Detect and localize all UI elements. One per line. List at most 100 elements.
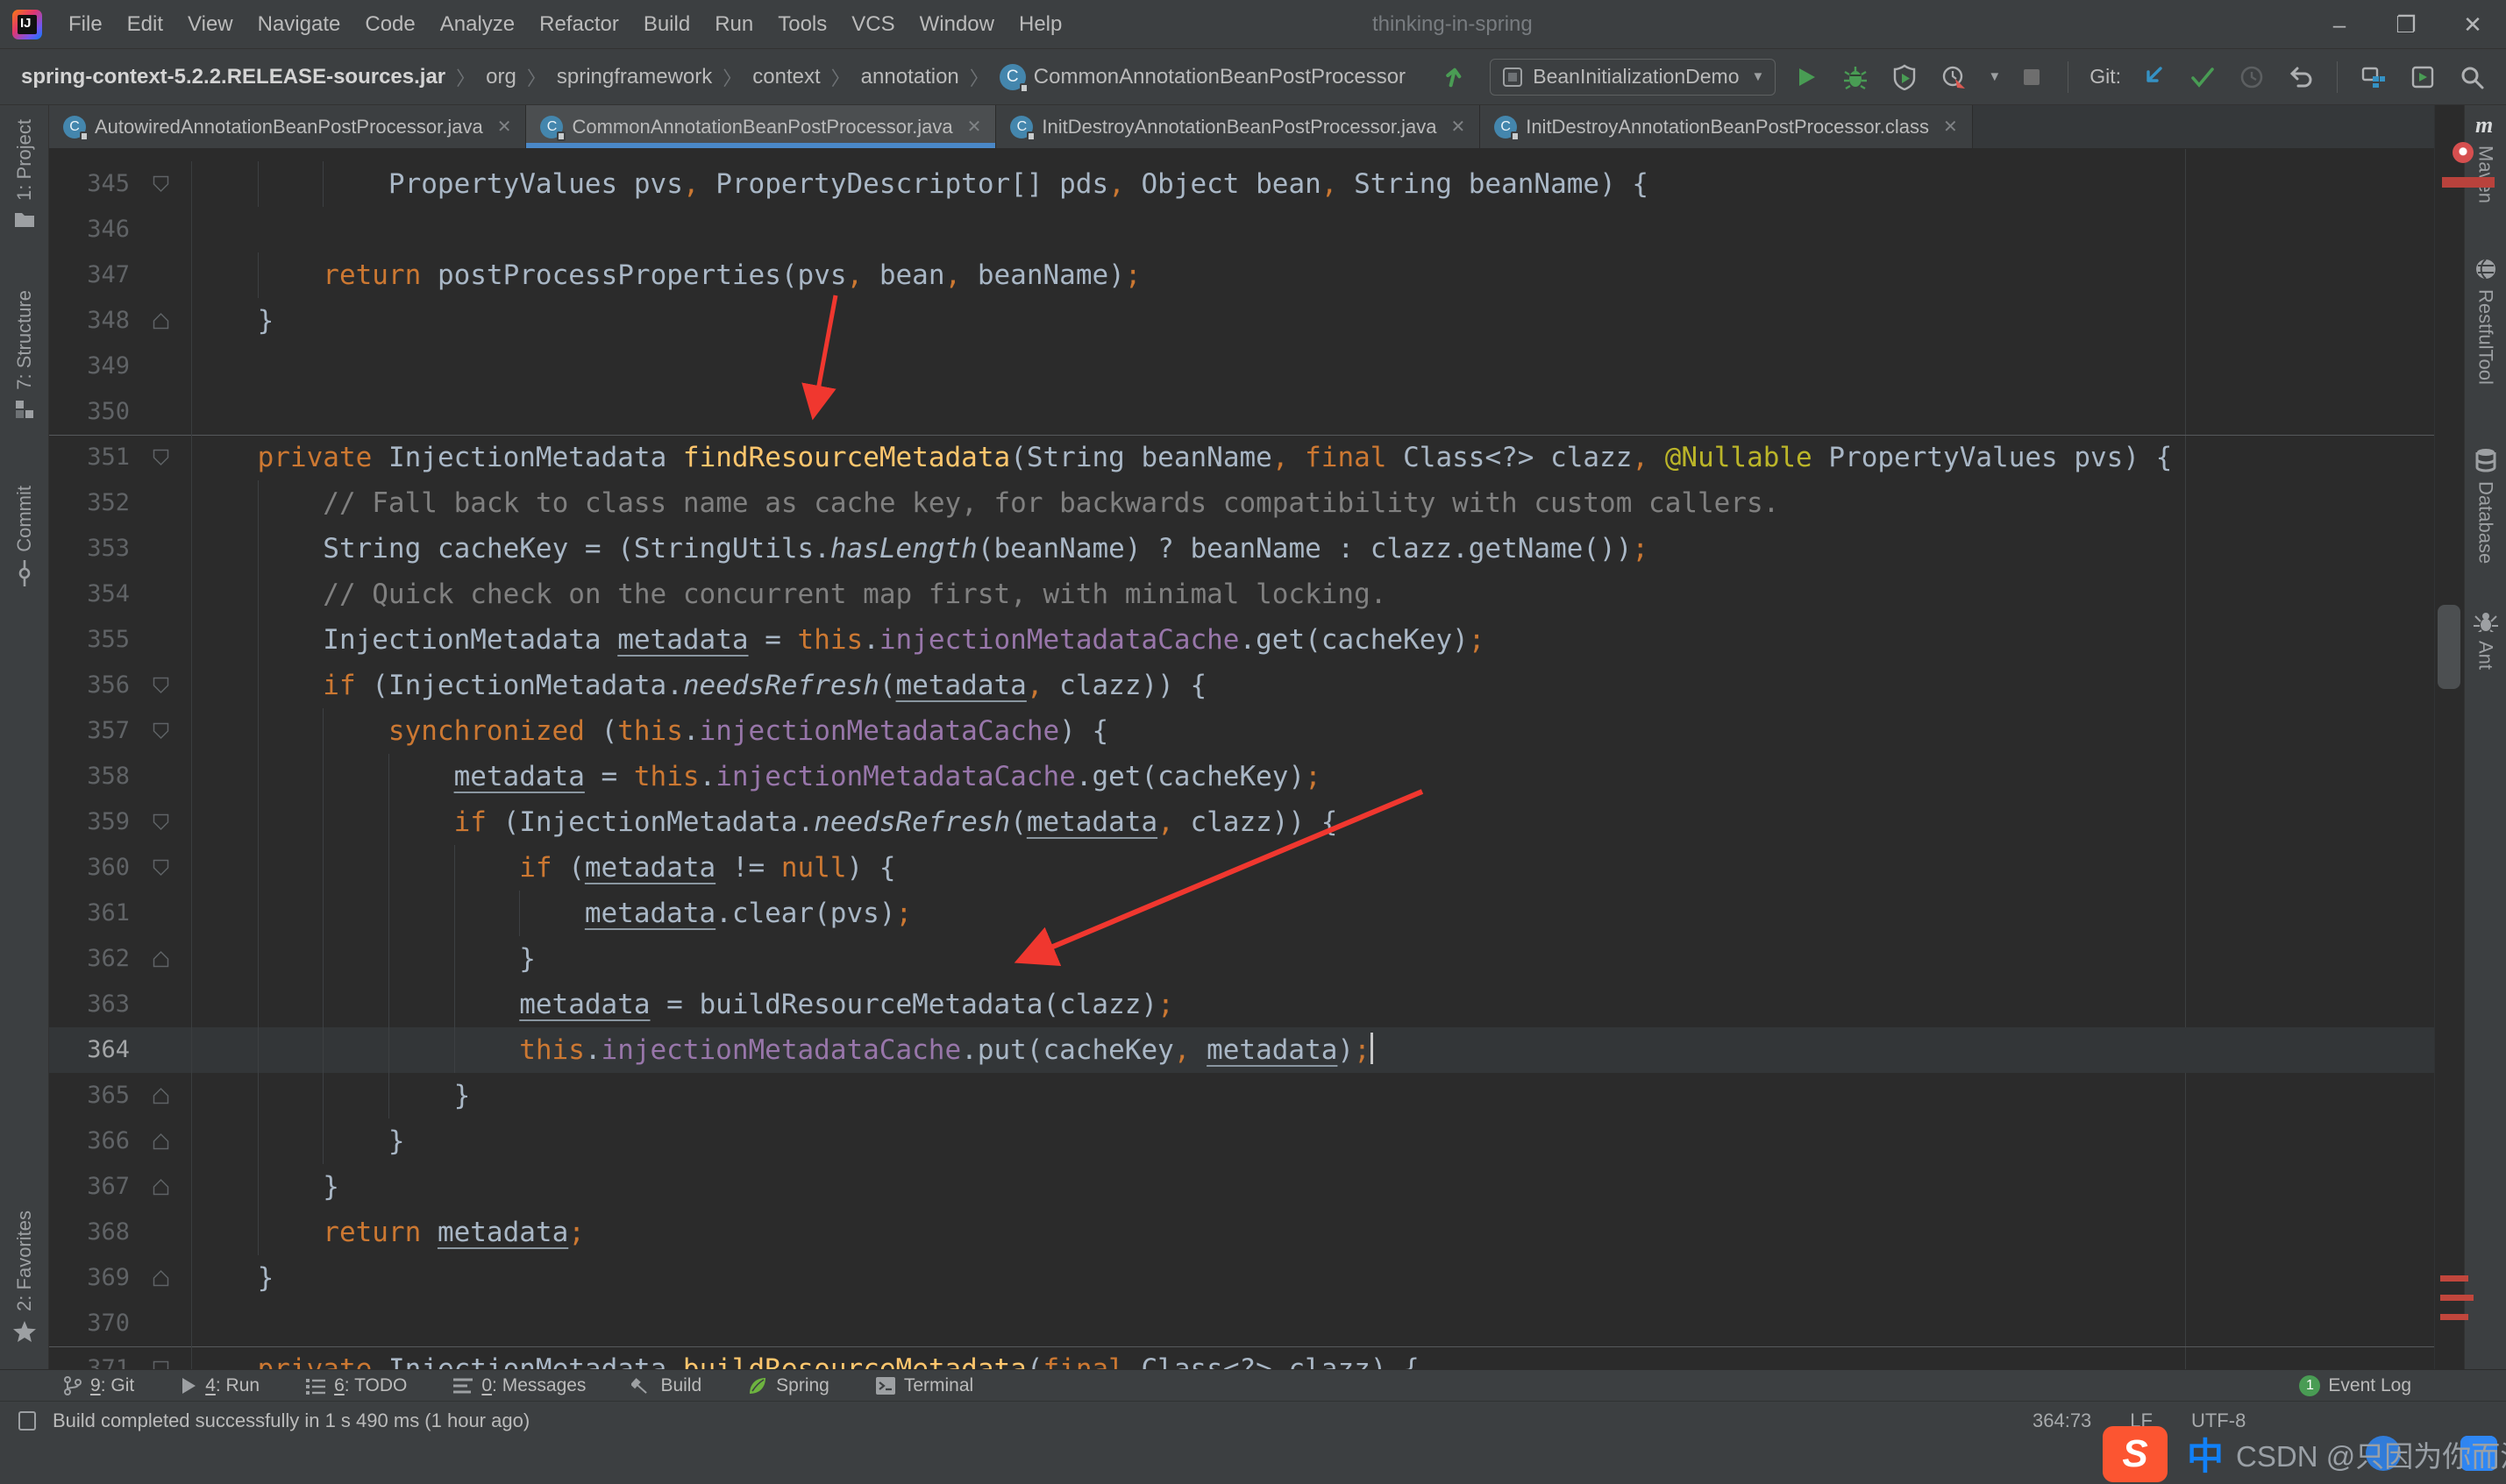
rollback-button[interactable] — [2282, 59, 2319, 96]
fold-down-icon[interactable] — [153, 175, 169, 193]
close-icon[interactable]: ✕ — [1943, 116, 1958, 138]
run-configuration-select[interactable]: BeanInitializationDemo ▼ — [1490, 59, 1776, 96]
code-text[interactable] — [192, 389, 2434, 435]
line-number[interactable]: 370 — [49, 1301, 130, 1346]
menu-tools[interactable]: Tools — [765, 5, 839, 44]
run-with-coverage-button[interactable] — [1886, 59, 1923, 96]
breadcrumb-item[interactable]: spring-context-5.2.2.RELEASE-sources.jar — [21, 65, 445, 89]
fold-down-icon[interactable] — [153, 722, 169, 740]
line-number[interactable]: 367 — [49, 1164, 130, 1210]
profiler-chevron-icon[interactable]: ▼ — [1988, 69, 2001, 84]
search-everywhere-icon[interactable] — [2453, 59, 2490, 96]
code-text[interactable]: metadata = buildResourceMetadata(clazz); — [192, 982, 2434, 1027]
fold-gutter[interactable] — [130, 663, 192, 708]
line-number[interactable]: 351 — [49, 435, 130, 480]
green-back-arrow-icon[interactable] — [1441, 59, 1477, 96]
code-text[interactable] — [192, 207, 2434, 252]
code-text[interactable]: synchronized (this.injectionMetadataCach… — [192, 708, 2434, 754]
fold-gutter[interactable] — [130, 799, 192, 845]
fold-up-icon[interactable] — [153, 1087, 169, 1104]
line-number[interactable]: 358 — [49, 754, 130, 799]
breadcrumb-item[interactable]: annotation — [861, 65, 959, 89]
line-number[interactable]: 369 — [49, 1255, 130, 1301]
fold-gutter[interactable] — [130, 754, 192, 799]
fold-gutter[interactable] — [130, 1073, 192, 1118]
close-icon[interactable]: ✕ — [1450, 116, 1465, 138]
fold-gutter[interactable] — [130, 891, 192, 936]
line-number[interactable]: 345 — [49, 161, 130, 207]
line-number[interactable]: 365 — [49, 1073, 130, 1118]
code-text[interactable]: } — [192, 936, 2434, 982]
tab-InitDestroyAnnotationBeanPostProcessor.java[interactable]: CInitDestroyAnnotationBeanPostProcessor.… — [996, 105, 1480, 148]
tab-AutowiredAnnotationBeanPostProcessor.java[interactable]: CAutowiredAnnotationBeanPostProcessor.ja… — [49, 105, 526, 148]
minimize-button[interactable]: – — [2306, 0, 2373, 49]
fold-up-icon[interactable] — [153, 950, 169, 968]
sidebar-item----project[interactable]: 1: Project — [13, 119, 36, 229]
sidebar-item-restfultool[interactable]: RestfulTool — [2474, 258, 2497, 385]
breadcrumb-item[interactable]: context — [752, 65, 820, 89]
fold-gutter[interactable] — [130, 982, 192, 1027]
caret-position-widget[interactable]: 364:73 — [2033, 1409, 2091, 1432]
fold-gutter[interactable] — [130, 1164, 192, 1210]
fold-gutter[interactable] — [130, 161, 192, 207]
breadcrumb-class[interactable]: CommonAnnotationBeanPostProcessor — [1034, 65, 1406, 89]
menu-help[interactable]: Help — [1007, 5, 1074, 44]
menu-vcs[interactable]: VCS — [839, 5, 907, 44]
fold-up-icon[interactable] — [153, 312, 169, 330]
code-text[interactable] — [192, 344, 2434, 389]
tab-CommonAnnotationBeanPostProcessor.java[interactable]: CCommonAnnotationBeanPostProcessor.java✕ — [526, 105, 996, 148]
toolwindow-button-run[interactable]: 4: Run — [180, 1375, 260, 1396]
sidebar-item----structure[interactable]: 7: Structure — [13, 290, 36, 420]
code-text[interactable]: return postProcessProperties(pvs, bean, … — [192, 252, 2434, 298]
code-text[interactable]: } — [192, 1118, 2434, 1164]
toolwindow-button-spring[interactable]: Spring — [747, 1375, 829, 1396]
editor-scrollbar-stripe[interactable] — [2434, 105, 2464, 1369]
fold-gutter[interactable] — [130, 1118, 192, 1164]
code-text[interactable]: } — [192, 1255, 2434, 1301]
code-text[interactable]: // Quick check on the concurrent map fir… — [192, 572, 2434, 617]
line-number[interactable]: 363 — [49, 982, 130, 1027]
fold-gutter[interactable] — [130, 1255, 192, 1301]
code-text[interactable]: metadata = this.injectionMetadataCache.g… — [192, 754, 2434, 799]
code-text[interactable]: } — [192, 298, 2434, 344]
code-text[interactable]: InjectionMetadata metadata = this.inject… — [192, 617, 2434, 663]
line-number[interactable]: 353 — [49, 526, 130, 572]
event-log-button[interactable]: 1Event Log — [2299, 1375, 2411, 1396]
code-text[interactable] — [192, 1301, 2434, 1346]
window-icon[interactable] — [18, 1410, 40, 1431]
fold-up-icon[interactable] — [153, 1133, 169, 1150]
fold-down-icon[interactable] — [153, 859, 169, 877]
line-number[interactable]: 352 — [49, 480, 130, 526]
toolwindow-button-todo[interactable]: 6: TODO — [305, 1375, 407, 1396]
close-icon[interactable]: ✕ — [497, 116, 512, 138]
sidebar-item-ant[interactable]: Ant — [2474, 609, 2498, 670]
menu-edit[interactable]: Edit — [115, 5, 175, 44]
line-number[interactable]: 371 — [49, 1346, 130, 1369]
menu-window[interactable]: Window — [908, 5, 1007, 44]
profiler-button[interactable] — [1935, 59, 1972, 96]
line-number[interactable]: 356 — [49, 663, 130, 708]
line-number[interactable]: 349 — [49, 344, 130, 389]
menu-view[interactable]: View — [175, 5, 246, 44]
code-text[interactable]: private InjectionMetadata buildResourceM… — [192, 1346, 2434, 1369]
fold-gutter[interactable] — [130, 708, 192, 754]
fold-gutter[interactable] — [130, 298, 192, 344]
menu-navigate[interactable]: Navigate — [246, 5, 353, 44]
sidebar-item----favorites[interactable]: 2: Favorites — [12, 1211, 37, 1343]
code-text[interactable]: // Fall back to class name as cache key,… — [192, 480, 2434, 526]
fold-gutter[interactable] — [130, 936, 192, 982]
line-number[interactable]: 355 — [49, 617, 130, 663]
fold-gutter[interactable] — [130, 252, 192, 298]
fold-down-icon[interactable] — [153, 449, 169, 466]
run-anything-icon[interactable] — [2404, 59, 2441, 96]
code-text[interactable]: } — [192, 1164, 2434, 1210]
code-text[interactable]: this.injectionMetadataCache.put(cacheKey… — [192, 1027, 2434, 1073]
code-text[interactable]: } — [192, 1073, 2434, 1118]
status-message[interactable]: Build completed successfully in 1 s 490 … — [53, 1409, 530, 1432]
code-text[interactable]: String cacheKey = (StringUtils.hasLength… — [192, 526, 2434, 572]
toolwindow-button-terminal[interactable]: Terminal — [875, 1375, 973, 1396]
run-button[interactable] — [1788, 59, 1825, 96]
fold-gutter[interactable] — [130, 617, 192, 663]
line-number[interactable]: 350 — [49, 389, 130, 435]
fold-gutter[interactable] — [130, 1027, 192, 1073]
